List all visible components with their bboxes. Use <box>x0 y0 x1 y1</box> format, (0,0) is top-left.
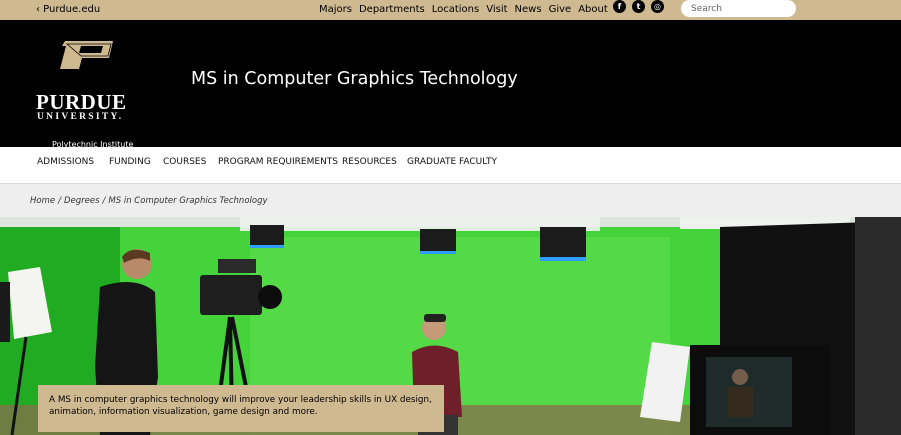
utility-bar: ‹ Purdue.edu Majors Departments Location… <box>0 0 901 20</box>
link-give[interactable]: Give <box>549 4 572 15</box>
breadcrumb-current: MS in Computer Graphics Technology <box>108 196 268 206</box>
nav-graduate-faculty[interactable]: GRADUATE FACULTY <box>407 157 497 167</box>
link-departments[interactable]: Departments <box>359 4 425 15</box>
nav-resources[interactable]: RESOURCES <box>342 157 397 167</box>
hero-banner: A MS in computer graphics technology wil… <box>0 217 901 435</box>
site-title[interactable]: MS in Computer Graphics Technology <box>191 69 518 89</box>
instagram-icon[interactable]: ◎ <box>651 0 664 13</box>
link-visit[interactable]: Visit <box>486 4 507 15</box>
breadcrumb-separator: / <box>102 196 106 206</box>
link-majors[interactable]: Majors <box>319 4 352 15</box>
twitter-icon[interactable]: t <box>632 0 645 13</box>
nav-courses[interactable]: COURSES <box>163 157 206 167</box>
purdue-edu-link[interactable]: ‹ Purdue.edu <box>36 4 100 15</box>
breadcrumb-separator: / <box>58 196 61 206</box>
utility-links: Majors Departments Locations Visit News … <box>319 4 608 15</box>
link-news[interactable]: News <box>515 4 542 15</box>
nav-program-requirements[interactable]: PROGRAM REQUIREMENTS <box>218 157 338 167</box>
breadcrumb-degrees[interactable]: Degrees <box>64 196 100 206</box>
link-locations[interactable]: Locations <box>432 4 480 15</box>
facebook-icon[interactable]: f <box>613 0 626 13</box>
link-about[interactable]: About <box>578 4 608 15</box>
hero-caption: A MS in computer graphics technology wil… <box>38 385 444 432</box>
nav-funding[interactable]: FUNDING <box>109 157 151 167</box>
purdue-logo[interactable]: PURDUE UNIVERSITY. Polytechnic Institute <box>36 40 146 150</box>
breadcrumb: Home / Degrees / MS in Computer Graphics Tec… <box>0 184 901 217</box>
wordmark-university: UNIVERSITY. <box>37 112 124 122</box>
breadcrumb-home[interactable]: Home <box>30 196 55 206</box>
main-nav: ADMISSIONS FUNDING COURSES PROGRAM REQUI… <box>0 147 901 184</box>
wordmark-purdue: PURDUE <box>36 90 127 114</box>
site-header: PURDUE UNIVERSITY. Polytechnic Institute… <box>0 20 901 150</box>
search-input[interactable] <box>681 0 796 17</box>
motion-p-icon <box>60 41 113 69</box>
nav-admissions[interactable]: ADMISSIONS <box>37 157 94 167</box>
